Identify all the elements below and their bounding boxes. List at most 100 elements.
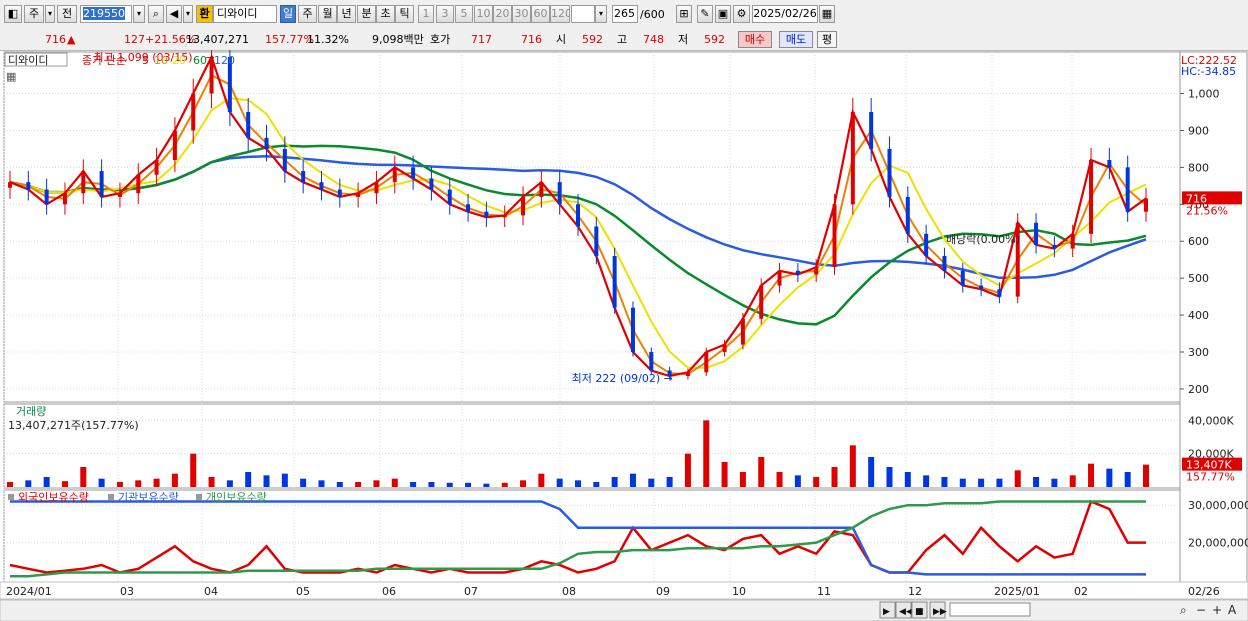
calendar-icon[interactable]: ▦: [819, 5, 835, 23]
interval-1[interactable]: 1: [418, 5, 434, 23]
interval-60-label: 60: [533, 7, 548, 20]
price-tick-label: 900: [1188, 124, 1209, 137]
time-axis-label: 02: [1074, 585, 1088, 598]
period-month-label: 월: [322, 7, 333, 20]
ma-legend-item: 5: [142, 54, 149, 67]
quote-bar: 716 ▲ 127 +21.56% 13,407,271 157.77% 11.…: [0, 29, 1248, 51]
volume-bar: [721, 462, 728, 487]
investor-pane: [3, 489, 1181, 583]
volume-bar: [25, 480, 32, 487]
save-icon[interactable]: ▣: [715, 5, 731, 23]
chart-window: ◧ 주 ▾ 전 219550 ▾ ⌕ ◀ ▾ 환 디와이디 일 주 월 년 분 …: [0, 0, 1248, 621]
candle-body: [557, 182, 562, 205]
interval-10[interactable]: 10: [474, 5, 493, 23]
volume-bar: [868, 457, 875, 487]
settings-gear-icon[interactable]: ⚙: [733, 5, 750, 23]
volume-bar: [1014, 470, 1021, 487]
price-tick-label: 400: [1188, 309, 1209, 322]
candle-body: [850, 112, 855, 205]
speaker-dropdown-icon[interactable]: ▾: [183, 5, 193, 23]
interval-input[interactable]: [571, 5, 595, 23]
candle-body: [869, 112, 874, 149]
buy-button[interactable]: 매수: [738, 31, 772, 48]
candle-body: [1125, 167, 1130, 212]
interval-60[interactable]: 60: [531, 5, 550, 23]
volume-bar: [978, 478, 985, 487]
period-day[interactable]: 일: [280, 5, 296, 23]
market-dropdown-icon[interactable]: ▾: [45, 5, 55, 23]
market-label: 주: [28, 7, 40, 20]
volume-bar: [1143, 464, 1149, 487]
code-dropdown-icon[interactable]: ▾: [133, 5, 145, 23]
volume-bar: [465, 482, 472, 487]
draw-tool-icon[interactable]: ✎: [697, 5, 713, 23]
period-tick-label: 틱: [399, 7, 410, 20]
count-input[interactable]: 265: [612, 5, 638, 23]
market-select[interactable]: 주: [24, 5, 44, 23]
period-second[interactable]: 초: [376, 5, 395, 23]
time-axis-label: 03: [120, 585, 134, 598]
volume-bar: [703, 420, 710, 487]
sell-label: 매도: [785, 33, 807, 46]
volume: 13,407,271: [186, 33, 249, 46]
interval-20[interactable]: 20: [493, 5, 512, 23]
volume-bar: [43, 477, 50, 487]
volume-bar: [501, 482, 508, 487]
candle-body: [832, 204, 837, 268]
search-icon[interactable]: ⌕: [148, 5, 164, 23]
time-axis-label: 02/26: [1188, 585, 1220, 598]
period-minute[interactable]: 분: [357, 5, 376, 23]
interval-3[interactable]: 3: [436, 5, 454, 23]
speaker-icon[interactable]: ◀: [166, 5, 182, 23]
volume-bar: [116, 482, 123, 487]
chart-menu-icon[interactable]: ◧: [4, 5, 22, 23]
period-tick[interactable]: 틱: [395, 5, 414, 23]
volume-bar: [208, 477, 215, 487]
currency-flag[interactable]: 환: [196, 5, 213, 23]
period-year[interactable]: 년: [337, 5, 356, 23]
date-input[interactable]: 2025/02/26: [752, 5, 818, 23]
crosshair-icon[interactable]: ⊞: [676, 5, 692, 23]
price-tick-label: 300: [1188, 346, 1209, 359]
period-minute-label: 분: [361, 7, 372, 20]
nav-button-label: ▶: [883, 607, 890, 617]
period-week-label: 주: [302, 7, 313, 20]
interval-120[interactable]: 120: [550, 5, 570, 23]
time-axis-label: 07: [464, 585, 478, 598]
stock-name: 디와이디: [217, 7, 258, 20]
interval-dropdown-icon[interactable]: ▾: [595, 5, 607, 23]
candle-body: [466, 204, 471, 212]
volume-bar: [611, 477, 618, 487]
interval-5[interactable]: 5: [455, 5, 473, 23]
candle-body: [759, 285, 764, 319]
flag-label: 환: [199, 7, 210, 20]
prev-button[interactable]: 전: [57, 5, 77, 23]
candle-body: [447, 189, 452, 205]
volume-bar: [923, 475, 930, 487]
interval-1-label: 1: [422, 7, 430, 20]
candle-body: [81, 171, 86, 194]
stock-label: 디와이디: [8, 54, 48, 67]
candle-body: [649, 352, 654, 371]
open: 592: [582, 33, 603, 46]
interval-30[interactable]: 30: [512, 5, 531, 23]
volume-bar: [904, 472, 911, 487]
volume-bar: [1088, 463, 1095, 487]
candle-body: [136, 174, 141, 194]
volume-bar: [996, 478, 1003, 487]
period-month[interactable]: 월: [318, 5, 337, 23]
zoom-in-icon: +: [1212, 603, 1222, 617]
code-input[interactable]: 219550: [80, 5, 132, 23]
period-week[interactable]: 주: [298, 5, 317, 23]
evaluate-button[interactable]: 평: [817, 31, 837, 48]
candle-body: [887, 148, 892, 197]
candle-body: [374, 182, 379, 194]
volume-bar: [886, 467, 893, 487]
candle-body: [99, 171, 104, 197]
candle-body: [960, 270, 965, 286]
sell-button[interactable]: 매도: [779, 31, 813, 48]
candle-body: [594, 226, 599, 256]
candle-body: [26, 182, 31, 190]
volume-bar: [1033, 477, 1040, 487]
candle-body: [979, 285, 984, 290]
